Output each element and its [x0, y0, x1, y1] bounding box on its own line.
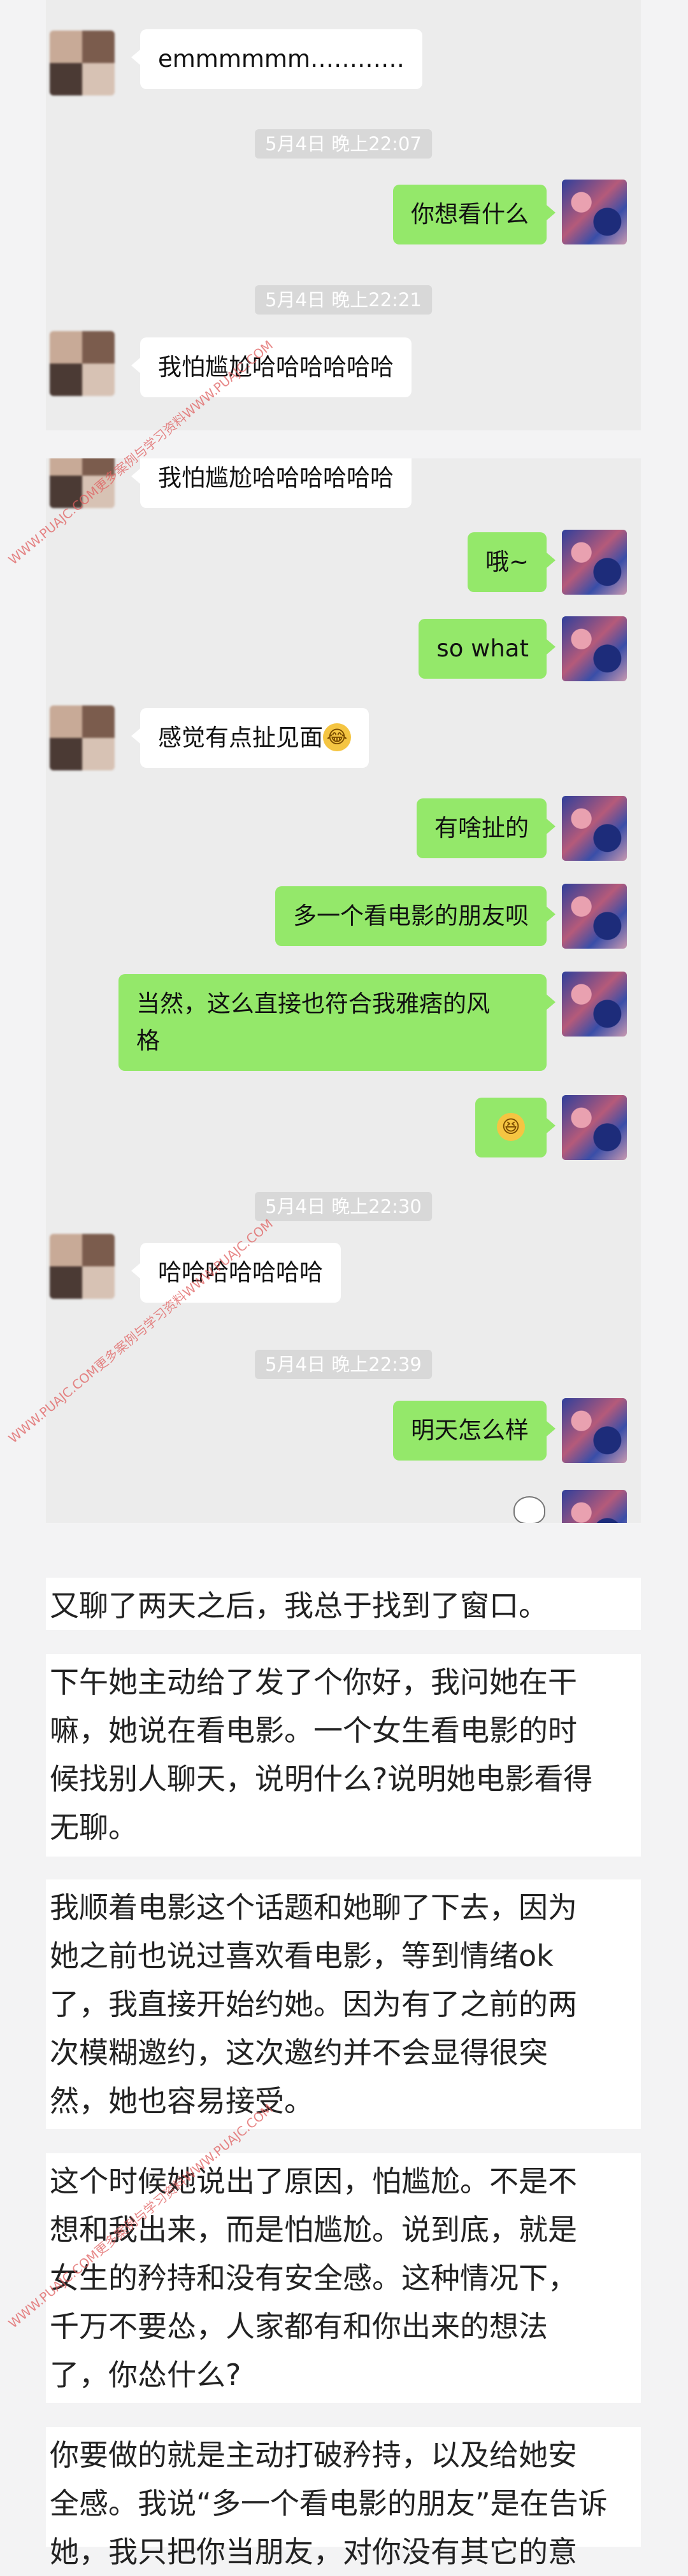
message-bubble-right[interactable]: 你想看什么 — [393, 185, 555, 244]
article-paragraph: 下午她主动给了发了个你好，我问她在干 嘛，她说在看电影。一个女生看电影的时 候找… — [46, 1654, 641, 1857]
contact-avatar[interactable] — [50, 31, 115, 96]
paragraph-line: 你要做的就是主动打破矜持，以及给她安 — [50, 2438, 577, 2472]
article-paragraph: 这个时候她说出了原因，怕尴尬。不是不 想和我出来，而是怕尴尬。说到底，就是 女生… — [46, 2153, 641, 2403]
user-avatar[interactable] — [562, 180, 627, 244]
paragraph-line: 我顺着电影这个话题和她聊了下去，因为 — [50, 1890, 577, 1925]
timestamp: 5月4日 晚上22:39 — [255, 1350, 432, 1379]
chat-screenshot-top: emmmmmm………… 5月4日 晚上22:07 你想看什么 5月4日 晚上22… — [46, 0, 641, 430]
sticker-icon — [513, 1496, 545, 1523]
user-avatar[interactable] — [562, 1095, 627, 1160]
paragraph-line: 无聊。 — [50, 1810, 138, 1844]
message-bubble-right[interactable]: 明天怎么样 — [393, 1401, 555, 1461]
message-text: so what — [436, 635, 529, 662]
message-bubble-right[interactable]: 多一个看电影的朋友呗 — [275, 886, 555, 946]
message-bubble-right[interactable]: 😆 — [475, 1098, 555, 1157]
message-bubble-right[interactable]: 有啥扯的 — [417, 798, 555, 858]
message-text: 我怕尴尬哈哈哈哈哈哈 — [158, 464, 394, 492]
article-paragraph: 又聊了两天之后，我总于找到了窗口。 — [46, 1578, 641, 1630]
user-avatar[interactable] — [562, 1398, 627, 1463]
paragraph-line: 下午她主动给了发了个你好，我问她在干 — [50, 1665, 577, 1699]
message-bubble-left[interactable]: 我怕尴尬哈哈哈哈哈哈 — [131, 458, 412, 508]
paragraph-line: 然，她也容易接受。 — [50, 2084, 313, 2118]
message-bubble-right[interactable]: 当然，这么直接也符合我雅痞的风 格 — [118, 974, 555, 1071]
user-avatar[interactable] — [562, 616, 627, 681]
message-text-line: 当然，这么直接也符合我雅痞的风 — [136, 990, 490, 1017]
user-avatar[interactable] — [562, 1490, 627, 1523]
paragraph-line: 了，你怂什么? — [50, 2358, 241, 2392]
contact-avatar[interactable] — [50, 331, 115, 396]
user-avatar[interactable] — [562, 530, 627, 595]
grin-emoji-icon: 😆 — [497, 1112, 525, 1141]
paragraph-line: 了，我直接开始约她。因为有了之前的两 — [50, 1987, 577, 2021]
paragraph-line: 全感。我说“多一个看电影的朋友”是在告诉 — [50, 2486, 608, 2521]
message-text: 感觉有点扯见面 — [158, 724, 323, 751]
message-text: 有啥扯的 — [434, 814, 529, 842]
message-text-line: 格 — [136, 1027, 160, 1054]
timestamp: 5月4日 晚上22:30 — [255, 1192, 432, 1221]
message-text: 明天怎么样 — [411, 1417, 529, 1444]
paragraph-line: 她，我只把你当朋友，对你没有其它的意 — [50, 2535, 577, 2569]
paragraph-line: 女生的矜持和没有安全感。这种情况下， — [50, 2261, 577, 2295]
message-text: 你想看什么 — [411, 201, 529, 228]
paragraph-line: 嘛，她说在看电影。一个女生看电影的时 — [50, 1713, 577, 1748]
message-text: 多一个看电影的朋友呗 — [293, 902, 529, 930]
contact-avatar[interactable] — [50, 1234, 115, 1299]
laugh-emoji-icon: 😂 — [323, 723, 351, 751]
paragraph-line: 候找别人聊天，说明什么?说明她电影看得 — [50, 1762, 593, 1796]
message-bubble-left[interactable]: emmmmmm………… — [131, 29, 423, 89]
message-text: 我怕尴尬哈哈哈哈哈哈 — [158, 353, 394, 381]
paragraph-line: 这个时候她说出了原因，怕尴尬。不是不 — [50, 2164, 577, 2198]
user-avatar[interactable] — [562, 796, 627, 861]
message-bubble-right[interactable]: 哦~ — [467, 532, 556, 592]
paragraph-line: 千万不要怂，人家都有和你出来的想法 — [50, 2309, 548, 2344]
timestamp: 5月4日 晚上22:21 — [255, 285, 432, 315]
article-paragraph: 你要做的就是主动打破矜持，以及给她安 全感。我说“多一个看电影的朋友”是在告诉 … — [46, 2427, 641, 2569]
chat-screenshot-bottom: 我怕尴尬哈哈哈哈哈哈 哦~ so what 感觉有点扯见面 😂 有啥扯的 多一个… — [46, 458, 641, 1523]
timestamp: 5月4日 晚上22:07 — [255, 129, 432, 159]
user-avatar[interactable] — [562, 884, 627, 949]
paragraph-line: 又聊了两天之后，我总于找到了窗口。 — [50, 1589, 548, 1623]
message-text: emmmmmm………… — [158, 45, 405, 73]
page: emmmmmm………… 5月4日 晚上22:07 你想看什么 5月4日 晚上22… — [0, 0, 688, 2569]
message-bubble-right[interactable]: so what — [419, 619, 555, 679]
user-avatar[interactable] — [562, 972, 627, 1037]
contact-avatar[interactable] — [50, 705, 115, 770]
article-paragraph: 我顺着电影这个话题和她聊了下去，因为 她之前也说过喜欢看电影，等到情绪ok 了，… — [46, 1879, 641, 2129]
message-bubble-left[interactable]: 感觉有点扯见面 😂 — [131, 708, 369, 768]
message-bubble-left[interactable]: 我怕尴尬哈哈哈哈哈哈 — [131, 337, 412, 397]
paragraph-line: 次模糊邀约，这次邀约并不会显得很突 — [50, 2035, 548, 2070]
paragraph-line: 她之前也说过喜欢看电影，等到情绪ok — [50, 1939, 554, 1973]
message-text: 哦~ — [485, 548, 529, 576]
